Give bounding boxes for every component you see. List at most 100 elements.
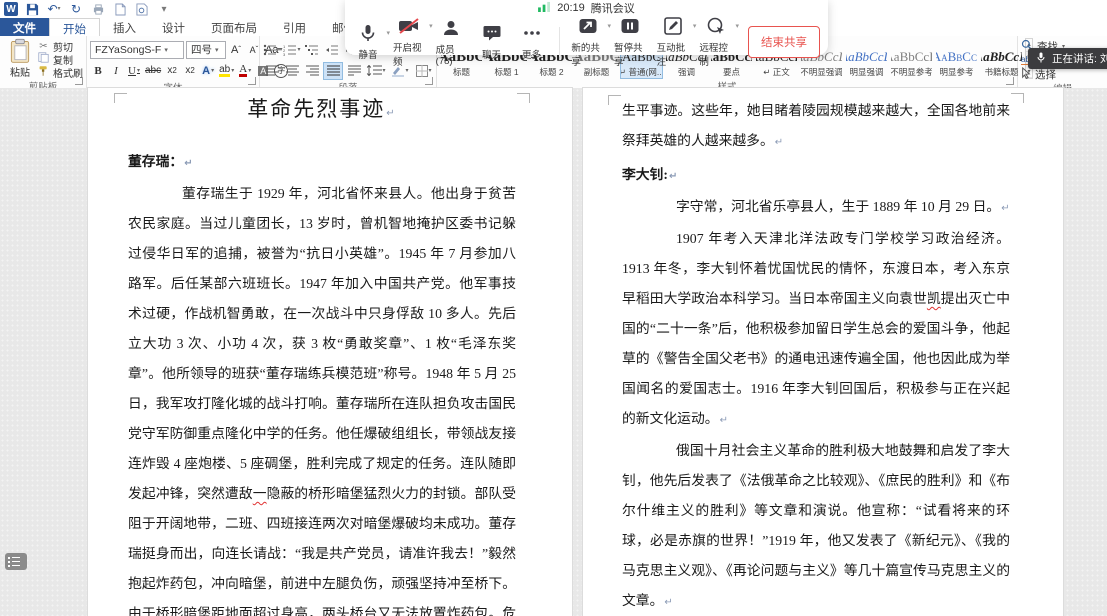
share-pause-icon — [620, 16, 640, 39]
section-heading: 李大钊:↵ — [622, 160, 1010, 192]
meeting-button-更多[interactable]: 更多 — [517, 23, 547, 61]
end-share-button[interactable]: 结束共享 — [748, 26, 820, 58]
body-text: 提出灭亡中国的“二十一条”后，他积极参加留日学生总会的爱国斗争，他起草的《警告全… — [622, 291, 1010, 426]
align-right-button[interactable] — [303, 63, 321, 79]
bold-button[interactable]: B — [90, 63, 106, 79]
paste-button[interactable]: 粘贴 — [3, 38, 37, 79]
meeting-button-静音[interactable]: 静音▾ — [353, 23, 383, 61]
paragraph-mark: ↵ — [775, 137, 783, 148]
meeting-app-name: 腾讯会议 — [591, 0, 635, 16]
tab-设计[interactable]: 设计 — [149, 18, 198, 36]
meeting-button-聊天[interactable]: 聊天 — [477, 23, 507, 61]
tab-开始[interactable]: 开始 — [49, 18, 100, 36]
style-书籍标题[interactable]: AaBbCcD书籍标题 — [980, 41, 1023, 79]
clipboard-group: 粘贴 ✂剪切 复制 格式刷 剪贴板 — [0, 36, 87, 88]
chevron-down-icon[interactable]: ▾ — [386, 29, 390, 37]
style-label: 不明显参考 — [890, 67, 933, 78]
tab-文件[interactable]: 文件 — [0, 18, 49, 36]
tab-插入[interactable]: 插入 — [100, 18, 149, 36]
bullets-button[interactable]: ▾ — [263, 42, 281, 58]
italic-button[interactable]: I — [108, 63, 124, 79]
crop-mark — [114, 93, 127, 103]
body-text: 革命先烈事迹 — [247, 97, 385, 121]
select-button[interactable]: 选择 — [1021, 68, 1065, 81]
chevron-down-icon[interactable]: ▾ — [608, 22, 612, 30]
meeting-button-远程控制[interactable]: 远程控制▾ — [699, 16, 732, 68]
font-group: FZYaSongS-F▾ 四号▾ Aˆ Aˇ Aa▾ B I U▾ abc x2… — [87, 36, 260, 88]
word-logo-icon: W — [4, 2, 18, 16]
select-cursor-icon — [1021, 67, 1031, 82]
paragraph: 董存瑞生于 1929 年，河北省怀来县人。他出身于贫苦农民家庭。当过儿童团长，1… — [128, 179, 516, 616]
font-dialog-launcher[interactable] — [248, 77, 256, 85]
meeting-button-label: 新的共享 — [571, 40, 604, 68]
tab-页面布局[interactable]: 页面布局 — [198, 18, 270, 36]
style-明显强调[interactable]: AaBbCcD明显强调 — [845, 41, 888, 79]
section-heading: 董存瑞：↵ — [128, 147, 516, 179]
chat-icon — [482, 23, 502, 46]
paragraph-dialog-launcher[interactable] — [425, 77, 433, 85]
font-size-select[interactable]: 四号▾ — [186, 41, 226, 59]
style-preview: AaBbCcD — [980, 47, 1023, 67]
justify-button[interactable] — [323, 62, 343, 80]
redo-icon[interactable]: ↻ — [68, 2, 84, 17]
style-preview: AaBbCcD — [890, 47, 933, 67]
superscript-button[interactable]: x2 — [182, 63, 198, 79]
meeting-button-新的共享[interactable]: 新的共享▾ — [571, 16, 604, 68]
new-document-icon[interactable] — [112, 2, 128, 17]
meeting-toolbar: 20:19 腾讯会议 静音▾开启视频▾成员(78)聊天更多新的共享▾暂停共享互动… — [345, 0, 828, 55]
styles-dialog-launcher[interactable] — [1006, 77, 1014, 85]
qat-customize-icon[interactable]: ▾ — [156, 2, 172, 17]
font-family-select[interactable]: FZYaSongS-F▾ — [90, 41, 184, 59]
multilevel-list-button[interactable] — [303, 42, 321, 58]
crop-mark — [1011, 93, 1024, 103]
tab-引用[interactable]: 引用 — [270, 18, 319, 36]
paragraph-mark: ↵ — [1001, 203, 1009, 214]
toolbar-divider — [559, 27, 560, 57]
clipboard-dialog-launcher[interactable] — [75, 77, 83, 85]
copy-button[interactable]: 复制 — [37, 53, 83, 65]
style-明显参考[interactable]: AaBbCcI明显参考 — [935, 41, 978, 79]
paragraph-mark: ↵ — [386, 108, 396, 119]
print-preview-icon[interactable] — [134, 2, 150, 17]
speaking-indicator-tooltip: 正在讲话: 刘伟( — [1028, 48, 1107, 69]
document-page-right[interactable]: 生平事迹。这些年，她目睹着陵园规模越来越大，全国各地前来祭拜英雄的人越来越多。↵… — [583, 88, 1063, 616]
print-icon[interactable] — [90, 2, 106, 17]
meeting-panel-toggle[interactable] — [5, 553, 27, 570]
underline-button[interactable]: U▾ — [126, 63, 142, 79]
grow-font-button[interactable]: Aˆ — [228, 42, 244, 58]
decrease-indent-button[interactable] — [323, 42, 341, 58]
meeting-button-成员(78)[interactable]: 成员(78) — [436, 18, 467, 67]
style-不明显参考[interactable]: AaBbCcD不明显参考 — [890, 41, 933, 79]
meeting-button-label: 静音 — [358, 47, 377, 61]
document-page-left[interactable]: 革命先烈事迹↵董存瑞：↵董存瑞生于 1929 年，河北省怀来县人。他出身于贫苦农… — [88, 88, 572, 616]
paragraph: 俄国十月社会主义革命的胜利极大地鼓舞和启发了李大钊，他先后发表了《法俄革命之比较… — [622, 436, 1010, 616]
speaking-text: 正在讲话: 刘伟( — [1052, 51, 1107, 66]
spellcheck-flagged-text: 一 — [253, 486, 267, 501]
chevron-down-icon[interactable]: ▾ — [693, 22, 697, 30]
chevron-down-icon[interactable]: ▾ — [429, 22, 433, 30]
list-icon — [8, 561, 27, 563]
highlight-color-button[interactable]: ab▾ — [218, 63, 235, 79]
cut-button[interactable]: ✂剪切 — [37, 40, 83, 52]
undo-icon[interactable]: ↶▾ — [46, 2, 62, 17]
style-preview: AaBbCcI — [935, 47, 978, 67]
save-icon[interactable] — [24, 2, 40, 17]
subscript-button[interactable]: x2 — [164, 63, 180, 79]
crop-mark — [517, 93, 530, 103]
chevron-down-icon[interactable]: ▾ — [735, 22, 739, 30]
align-left-button[interactable] — [263, 63, 281, 79]
style-label: 明显参考 — [939, 67, 973, 78]
meeting-button-互动批注[interactable]: 互动批注▾ — [657, 16, 690, 68]
member-icon — [441, 18, 461, 41]
meeting-button-开启视频[interactable]: 开启视频▾ — [393, 16, 426, 68]
strikethrough-button[interactable]: abc — [144, 63, 162, 79]
more-dots-icon — [522, 23, 542, 46]
numbering-button[interactable]: 123▾ — [283, 42, 301, 58]
meeting-button-label: 互动批注 — [657, 40, 690, 68]
body-text: 李大钊: — [622, 167, 668, 182]
speaking-mic-icon — [1036, 51, 1046, 67]
text-effects-button[interactable]: A▾ — [200, 63, 216, 79]
paragraph-mark: ↵ — [184, 158, 192, 169]
align-center-button[interactable] — [283, 63, 301, 79]
meeting-button-暂停共享[interactable]: 暂停共享 — [614, 16, 647, 68]
